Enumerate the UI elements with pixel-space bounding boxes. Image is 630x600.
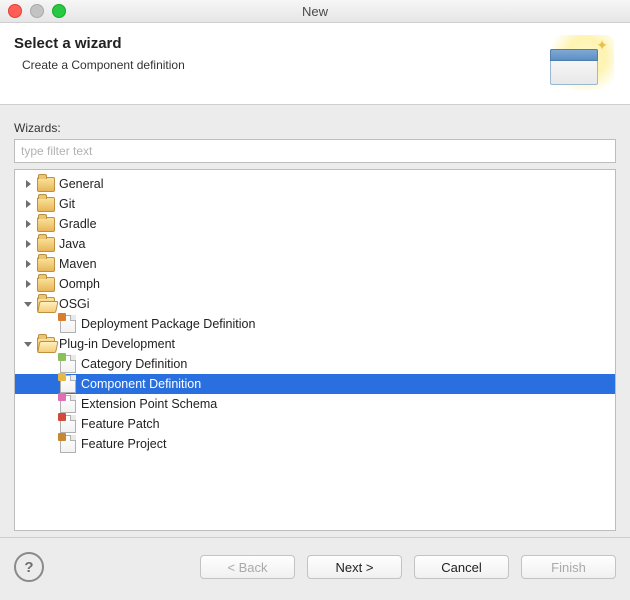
finish-button[interactable]: Finish xyxy=(521,555,616,579)
folder-icon xyxy=(37,197,55,212)
wizard-icon: ✦ xyxy=(544,35,614,90)
folder-open-icon xyxy=(37,337,55,352)
document-icon xyxy=(60,415,76,433)
folder-icon xyxy=(37,237,55,252)
folder-icon xyxy=(37,217,55,232)
chevron-right-icon[interactable] xyxy=(21,217,35,231)
tree-node-label: General xyxy=(59,174,111,194)
tree-node-java[interactable]: Java xyxy=(15,234,615,254)
tree-node-comp[interactable]: Component Definition xyxy=(15,374,615,394)
tree-node-osgi[interactable]: OSGi xyxy=(15,294,615,314)
footer: ? < Back Next > Cancel Finish xyxy=(0,537,630,600)
back-button[interactable]: < Back xyxy=(200,555,295,579)
banner-text: Select a wizard Create a Component defin… xyxy=(14,35,185,72)
document-icon xyxy=(60,435,76,453)
tree-node-label: Oomph xyxy=(59,274,108,294)
close-icon[interactable] xyxy=(8,4,22,18)
minimize-icon xyxy=(30,4,44,18)
dialog-window: New Select a wizard Create a Component d… xyxy=(0,0,630,600)
tree-node-pde[interactable]: Plug-in Development xyxy=(15,334,615,354)
chevron-right-icon[interactable] xyxy=(21,237,35,251)
tree-node-label: Feature Patch xyxy=(81,414,168,434)
wizard-tree[interactable]: GeneralGitGradleJavaMavenOomphOSGiDeploy… xyxy=(14,169,616,531)
maximize-icon[interactable] xyxy=(52,4,66,18)
banner: Select a wizard Create a Component defin… xyxy=(0,23,630,105)
window-title: New xyxy=(0,4,630,19)
tree-node-featproj[interactable]: Feature Project xyxy=(15,434,615,454)
tree-node-label: Category Definition xyxy=(81,354,195,374)
tree-node-git[interactable]: Git xyxy=(15,194,615,214)
wizards-label: Wizards: xyxy=(14,121,616,135)
folder-icon xyxy=(37,277,55,292)
tree-node-label: Plug-in Development xyxy=(59,334,183,354)
tree-node-label: Maven xyxy=(59,254,105,274)
chevron-right-icon[interactable] xyxy=(21,177,35,191)
tree-node-oomph[interactable]: Oomph xyxy=(15,274,615,294)
tree-node-maven[interactable]: Maven xyxy=(15,254,615,274)
tree-node-label: Git xyxy=(59,194,83,214)
chevron-right-icon[interactable] xyxy=(21,257,35,271)
tree-node-cat[interactable]: Category Definition xyxy=(15,354,615,374)
folder-icon xyxy=(37,257,55,272)
cancel-button[interactable]: Cancel xyxy=(414,555,509,579)
body: Wizards: GeneralGitGradleJavaMavenOomphO… xyxy=(0,105,630,537)
tree-node-label: Extension Point Schema xyxy=(81,394,225,414)
banner-heading: Select a wizard xyxy=(14,35,185,52)
tree-node-label: Deployment Package Definition xyxy=(81,314,263,334)
title-bar: New xyxy=(0,0,630,23)
tree-node-label: Gradle xyxy=(59,214,105,234)
folder-open-icon xyxy=(37,297,55,312)
tree-node-dpp[interactable]: Deployment Package Definition xyxy=(15,314,615,334)
document-icon xyxy=(60,355,76,373)
tree-node-label: Component Definition xyxy=(81,374,209,394)
chevron-right-icon[interactable] xyxy=(21,277,35,291)
tree-node-gradle[interactable]: Gradle xyxy=(15,214,615,234)
tree-node-label: Java xyxy=(59,234,93,254)
folder-icon xyxy=(37,177,55,192)
window-controls xyxy=(8,4,66,18)
document-icon xyxy=(60,375,76,393)
chevron-right-icon[interactable] xyxy=(21,197,35,211)
document-icon xyxy=(60,315,76,333)
tree-node-label: Feature Project xyxy=(81,434,174,454)
next-button[interactable]: Next > xyxy=(307,555,402,579)
help-icon[interactable]: ? xyxy=(14,552,44,582)
tree-node-label: OSGi xyxy=(59,294,98,314)
tree-node-ext[interactable]: Extension Point Schema xyxy=(15,394,615,414)
tree-node-general[interactable]: General xyxy=(15,174,615,194)
tree-node-featpatch[interactable]: Feature Patch xyxy=(15,414,615,434)
banner-description: Create a Component definition xyxy=(22,58,185,72)
document-icon xyxy=(60,395,76,413)
filter-input[interactable] xyxy=(14,139,616,163)
chevron-down-icon[interactable] xyxy=(21,337,35,351)
chevron-down-icon[interactable] xyxy=(21,297,35,311)
